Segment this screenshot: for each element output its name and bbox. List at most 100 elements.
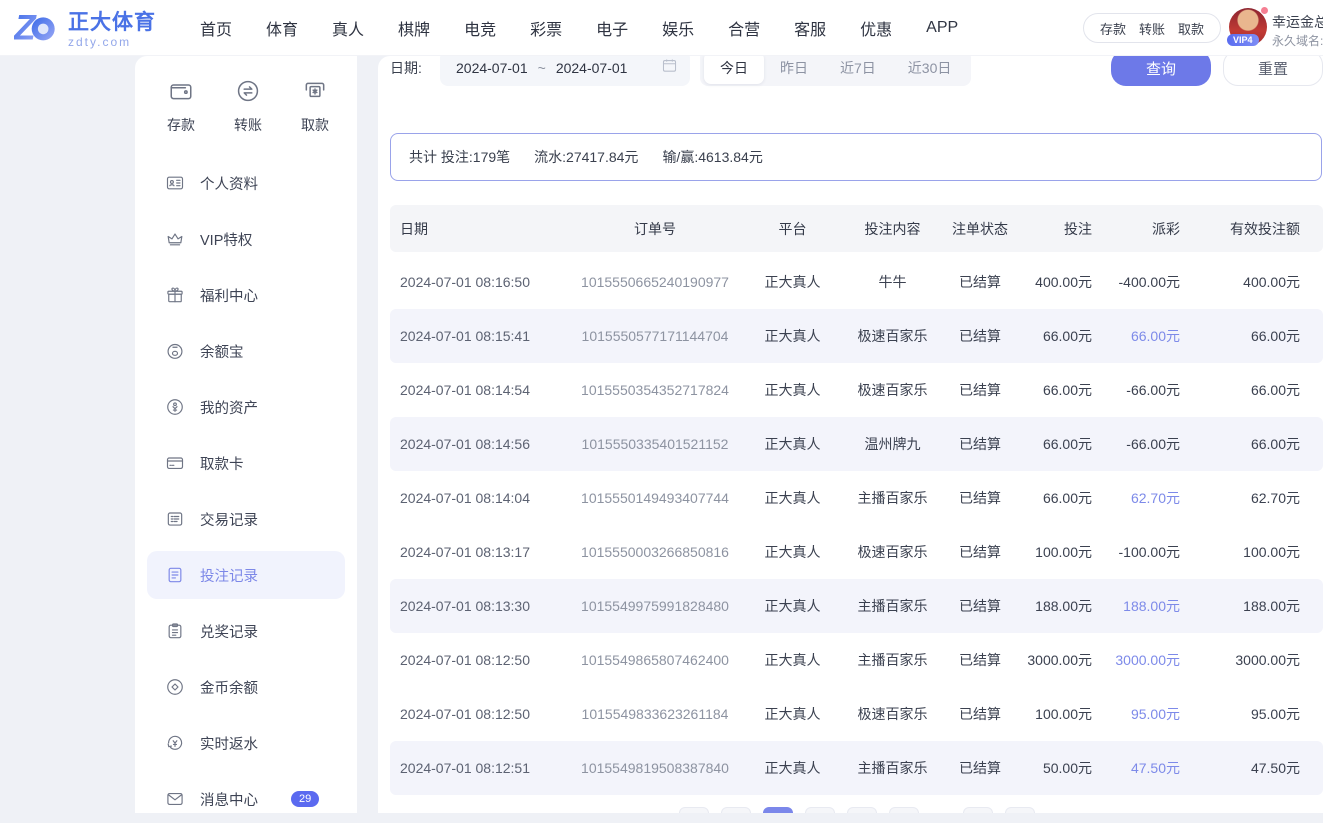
- sidebar-item-label: 取款卡: [200, 453, 244, 474]
- cell-status: 已结算: [945, 434, 1015, 454]
- cell-bet: 66.00元: [1015, 380, 1092, 400]
- table-row: 2024-07-01 08:14:561015550335401521152正大…: [390, 417, 1323, 471]
- transaction-list-icon: [165, 509, 185, 529]
- nav-item-合营[interactable]: 合营: [728, 16, 760, 40]
- user-domain-label: 永久域名:: [1272, 32, 1323, 49]
- crown-icon: [165, 229, 185, 249]
- table-row: 2024-07-01 08:16:501015550665240190977正大…: [390, 255, 1323, 309]
- cell-platform: 正大真人: [745, 380, 840, 400]
- cell-bet: 400.00元: [1015, 272, 1092, 292]
- sidebar-item-label: 实时返水: [200, 733, 258, 754]
- cell-date: 2024-07-01 08:12:50: [390, 652, 565, 668]
- cell-payout: -400.00元: [1092, 272, 1180, 292]
- cell-content: 主播百家乐: [840, 758, 945, 778]
- cell-date: 2024-07-01 08:13:17: [390, 544, 565, 560]
- quick-action-label: 取款: [301, 115, 329, 135]
- cell-content: 主播百家乐: [840, 488, 945, 508]
- nav-item-优惠[interactable]: 优惠: [860, 16, 892, 40]
- search-button[interactable]: 查询: [1111, 56, 1211, 86]
- main-nav: 首页 体育 真人 棋牌 电竞 彩票 电子 娱乐 合营 客服 优惠 APP: [200, 0, 958, 56]
- cell-valid: 66.00元: [1180, 434, 1300, 454]
- nav-item-彩票[interactable]: 彩票: [530, 16, 562, 40]
- sidebar-item-消息中心[interactable]: 消息中心29: [147, 775, 345, 823]
- sidebar-item-VIP特权[interactable]: VIP特权: [147, 215, 345, 263]
- range-preset-昨日[interactable]: 昨日: [764, 56, 824, 84]
- nav-item-娱乐[interactable]: 娱乐: [662, 16, 694, 40]
- page-button-5[interactable]: 5: [889, 807, 919, 813]
- cell-order: 1015550665240190977: [565, 274, 745, 290]
- column-header-平台: 平台: [745, 219, 840, 239]
- quick-action-取款[interactable]: 取款: [301, 78, 329, 135]
- brand-logo[interactable]: Z 正大体育 zdty.com: [14, 7, 156, 54]
- cell-bet: 66.00元: [1015, 488, 1092, 508]
- top-navbar: Z 正大体育 zdty.com 首页 体育 真人 棋牌 电竞 彩票 电子 娱乐 合营 客服 优惠 AP…: [0, 0, 1323, 56]
- sidebar-item-label: 个人资料: [200, 173, 258, 194]
- unread-badge: 29: [291, 791, 319, 807]
- cell-payout: -66.00元: [1092, 434, 1180, 454]
- sidebar-item-个人资料[interactable]: 个人资料: [147, 159, 345, 207]
- sidebar-item-取款卡[interactable]: 取款卡: [147, 439, 345, 487]
- date-to-value: 2024-07-01: [556, 60, 628, 76]
- brand-domain: zdty.com: [68, 36, 156, 49]
- sidebar-item-金币余额[interactable]: 金币余额: [147, 663, 345, 711]
- table-row: 2024-07-01 08:12:501015549865807462400正大…: [390, 633, 1323, 687]
- withdraw-icon: [302, 78, 328, 109]
- nav-item-电竞[interactable]: 电竞: [464, 16, 496, 40]
- sidebar-item-label: 余额宝: [200, 341, 244, 362]
- page-button-1[interactable]: 1: [721, 807, 751, 813]
- cell-valid: 47.50元: [1180, 758, 1300, 778]
- cell-platform: 正大真人: [745, 596, 840, 616]
- nav-item-电子[interactable]: 电子: [596, 16, 628, 40]
- date-range-input[interactable]: 2024-07-01 ~ 2024-07-01: [440, 56, 690, 86]
- page-button-4[interactable]: 4: [847, 807, 877, 813]
- summary-bar: 共计 投注:179笔 流水:27417.84元 输/赢:4613.84元: [390, 133, 1322, 181]
- cell-status: 已结算: [945, 542, 1015, 562]
- sidebar-item-投注记录[interactable]: 投注记录: [147, 551, 345, 599]
- date-label: 日期:: [390, 58, 440, 78]
- page-button-2[interactable]: 2: [763, 807, 793, 813]
- sidebar-item-交易记录[interactable]: 交易记录: [147, 495, 345, 543]
- column-header-投注内容: 投注内容: [840, 219, 945, 239]
- reset-button[interactable]: 重置: [1223, 56, 1323, 86]
- id-card-icon: [165, 173, 185, 193]
- sidebar-item-余额宝[interactable]: 余额宝: [147, 327, 345, 375]
- quick-action-转账[interactable]: 转账: [234, 78, 262, 135]
- cell-order: 1015550149493407744: [565, 490, 745, 506]
- page-button-»[interactable]: »: [1005, 807, 1035, 813]
- nav-item-客服[interactable]: 客服: [794, 16, 826, 40]
- quick-action-label: 转账: [234, 115, 262, 135]
- envelope-icon: [165, 789, 185, 809]
- cell-date: 2024-07-01 08:14:04: [390, 490, 565, 506]
- cell-platform: 正大真人: [745, 434, 840, 454]
- cell-payout: 95.00元: [1092, 704, 1180, 724]
- page-button-›[interactable]: ›: [963, 807, 993, 813]
- sidebar-item-实时返水[interactable]: 实时返水: [147, 719, 345, 767]
- pill-action-取款[interactable]: 取款: [1178, 19, 1204, 38]
- sidebar-item-我的资产[interactable]: 我的资产: [147, 383, 345, 431]
- range-preset-近30日[interactable]: 近30日: [892, 56, 968, 84]
- pill-action-存款[interactable]: 存款: [1100, 19, 1126, 38]
- range-preset-今日[interactable]: 今日: [704, 56, 764, 84]
- sidebar-item-福利中心[interactable]: 福利中心: [147, 271, 345, 319]
- cell-payout: -100.00元: [1092, 542, 1180, 562]
- cell-content: 主播百家乐: [840, 596, 945, 616]
- sidebar-item-label: 福利中心: [200, 285, 258, 306]
- nav-item-首页[interactable]: 首页: [200, 16, 232, 40]
- nav-item-体育[interactable]: 体育: [266, 16, 298, 40]
- range-preset-近7日[interactable]: 近7日: [824, 56, 892, 84]
- column-header-投注: 投注: [1015, 219, 1092, 239]
- sidebar-item-兑奖记录[interactable]: 兑奖记录: [147, 607, 345, 655]
- calendar-icon[interactable]: [661, 57, 678, 79]
- cell-payout: 188.00元: [1092, 596, 1180, 616]
- page-button-3[interactable]: 3: [805, 807, 835, 813]
- notification-dot: [1260, 6, 1269, 15]
- nav-item-棋牌[interactable]: 棋牌: [398, 16, 430, 40]
- nav-item-APP[interactable]: APP: [926, 19, 958, 37]
- nav-item-真人[interactable]: 真人: [332, 16, 364, 40]
- page-button-‹[interactable]: ‹: [679, 807, 709, 813]
- cell-valid: 3000.00元: [1180, 650, 1300, 670]
- sidebar-item-label: 我的资产: [200, 397, 258, 418]
- pill-action-转账[interactable]: 转账: [1139, 19, 1165, 38]
- cell-bet: 3000.00元: [1015, 650, 1092, 670]
- quick-action-存款[interactable]: 存款: [167, 78, 195, 135]
